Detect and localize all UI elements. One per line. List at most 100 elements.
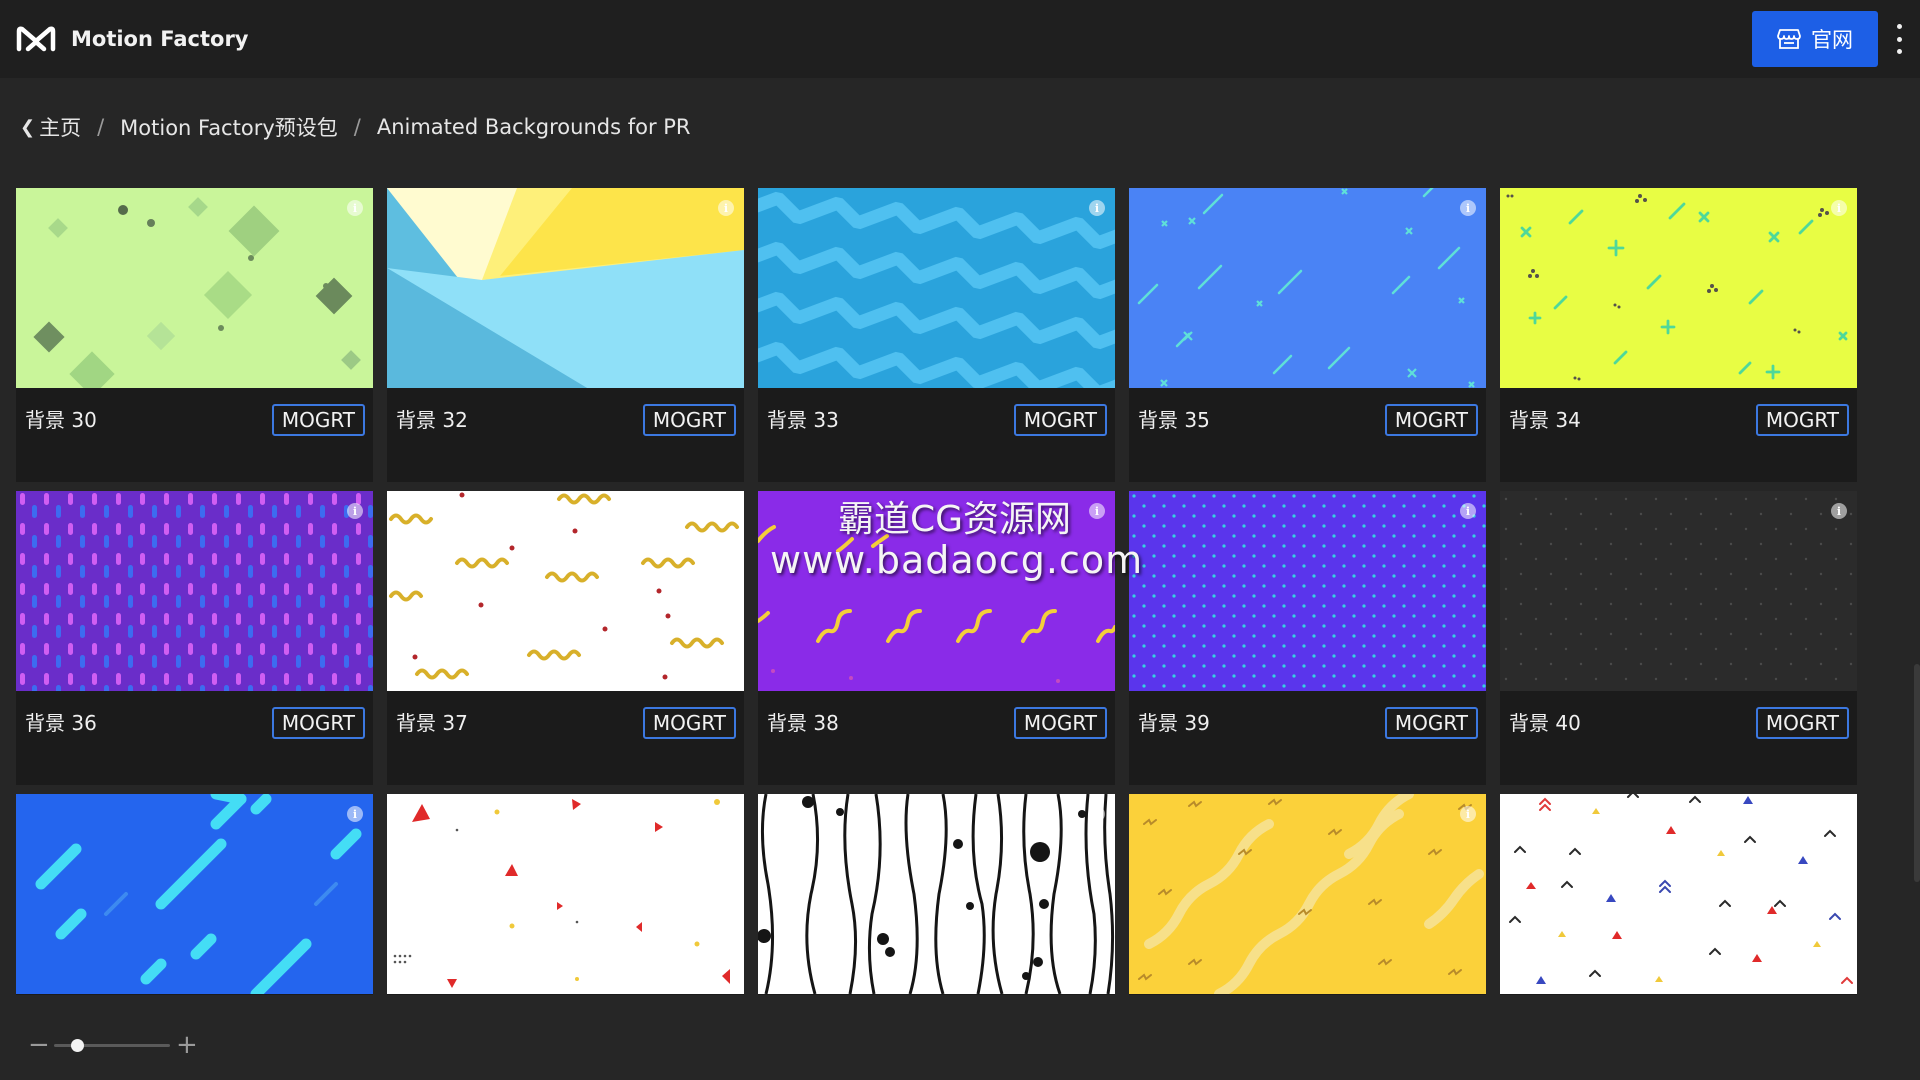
thumbnail-white-yellow-squiggles (387, 491, 744, 691)
preset-thumbnail[interactable]: i (1500, 491, 1857, 691)
zoom-in-button[interactable]: + (176, 1032, 198, 1058)
mogrt-badge: MOGRT (1755, 707, 1849, 739)
preset-thumbnail[interactable]: i (1500, 188, 1857, 388)
preset-card[interactable]: i 背景 30 MOGRT (16, 188, 373, 482)
breadcrumb-separator: / (97, 115, 105, 139)
preset-title: 背景 34 (1509, 408, 1581, 432)
info-icon[interactable]: i (347, 806, 363, 822)
thumbnail-blue-zigzag (758, 188, 1115, 388)
info-icon[interactable]: i (718, 503, 734, 519)
preset-title: 背景 39 (1138, 711, 1210, 735)
thumbnail-white-chevrons (1500, 794, 1857, 994)
info-icon[interactable]: i (347, 503, 363, 519)
preset-thumbnail[interactable]: i (16, 794, 373, 994)
preset-title: 背景 38 (767, 711, 839, 735)
thumbnail-blue-cyan-streaks (16, 794, 373, 994)
breadcrumb-preset-pack[interactable]: Motion Factory预设包 (120, 112, 338, 142)
preset-card[interactable]: i 背景 32 MOGRT (387, 188, 744, 482)
preset-grid: i 背景 30 MOGRT i 背景 32 MOGRT i 背景 33 MOGR… (16, 188, 1858, 995)
thumbnail-black-white-lines (758, 794, 1115, 994)
mogrt-badge: MOGRT (642, 404, 736, 436)
preset-thumbnail[interactable]: i (758, 794, 1115, 994)
preset-thumbnail[interactable]: i (1129, 188, 1486, 388)
preset-card[interactable]: i (1500, 794, 1857, 995)
preset-thumbnail[interactable]: i (387, 491, 744, 691)
preset-thumbnail[interactable]: i (758, 188, 1115, 388)
info-icon[interactable]: i (347, 200, 363, 216)
preset-thumbnail[interactable]: i (1129, 794, 1486, 994)
store-icon (1777, 29, 1801, 49)
vertical-scrollbar[interactable] (1914, 664, 1920, 882)
preset-card[interactable]: i 背景 39 MOGRT (1129, 491, 1486, 785)
watermark-url: www.badaocg.com (770, 538, 1144, 582)
preset-card[interactable]: i (16, 794, 373, 995)
info-icon[interactable]: i (1831, 806, 1847, 822)
thumbnail-lime-crosses (1500, 188, 1857, 388)
preset-card[interactable]: i 背景 37 MOGRT (387, 491, 744, 785)
mogrt-badge: MOGRT (1013, 707, 1107, 739)
thumbnail-blue-lines-crosses (1129, 188, 1486, 388)
zoom-slider-handle[interactable] (70, 1039, 84, 1052)
preset-title: 背景 35 (1138, 408, 1210, 432)
preset-title: 背景 30 (25, 408, 97, 432)
breadcrumb-home[interactable]: 主页 (39, 112, 81, 142)
preset-thumbnail[interactable]: i (1129, 491, 1486, 691)
kebab-menu-icon[interactable] (1893, 24, 1905, 54)
preset-title: 背景 40 (1509, 711, 1581, 735)
preset-thumbnail[interactable]: i (387, 794, 744, 994)
info-icon[interactable]: i (718, 806, 734, 822)
thumbnail-white-red-triangles (387, 794, 744, 994)
thumbnail-dark-dots (1500, 491, 1857, 691)
info-icon[interactable]: i (1460, 200, 1476, 216)
breadcrumb-current: Animated Backgrounds for PR (376, 115, 691, 139)
motion-factory-logo (16, 25, 56, 53)
preset-card[interactable]: i 背景 35 MOGRT (1129, 188, 1486, 482)
thumbnail-indigo-dots (1129, 491, 1486, 691)
thumbnail-purple-dashes (16, 491, 373, 691)
footer-bar (0, 1000, 1920, 1080)
preset-card[interactable]: i 背景 40 MOGRT (1500, 491, 1857, 785)
preset-card[interactable]: i 背景 33 MOGRT (758, 188, 1115, 482)
preset-title: 背景 37 (396, 711, 468, 735)
mogrt-badge: MOGRT (271, 707, 365, 739)
zoom-out-button[interactable]: − (28, 1032, 50, 1058)
preset-card[interactable]: i (758, 794, 1115, 995)
info-icon[interactable]: i (1831, 503, 1847, 519)
official-site-label: 官网 (1811, 28, 1853, 52)
info-icon[interactable]: i (1831, 200, 1847, 216)
mogrt-badge: MOGRT (271, 404, 365, 436)
thumbnail-yellow-waves (1129, 794, 1486, 994)
info-icon[interactable]: i (1460, 806, 1476, 822)
preset-thumbnail[interactable]: i (387, 188, 744, 388)
breadcrumb-separator: / (353, 115, 361, 139)
info-icon[interactable]: i (1089, 200, 1105, 216)
info-icon[interactable]: i (1460, 503, 1476, 519)
app-name: Motion Factory (71, 27, 249, 51)
preset-title: 背景 32 (396, 408, 468, 432)
info-icon[interactable]: i (1089, 503, 1105, 519)
thumbnail-green-diamonds (16, 188, 373, 388)
chevron-left-icon: ❮ (20, 116, 36, 138)
top-bar: Motion Factory 官网 (0, 0, 1920, 78)
mogrt-badge: MOGRT (1384, 404, 1478, 436)
breadcrumb: ❮ 主页 / Motion Factory预设包 / Animated Back… (20, 112, 691, 142)
preset-thumbnail[interactable]: i (1500, 794, 1857, 994)
preset-thumbnail[interactable]: i (16, 188, 373, 388)
info-icon[interactable]: i (718, 200, 734, 216)
info-icon[interactable]: i (1089, 806, 1105, 822)
watermark-title: 霸道CG资源网 (838, 499, 1072, 540)
mogrt-badge: MOGRT (1755, 404, 1849, 436)
preset-card[interactable]: i (387, 794, 744, 995)
mogrt-badge: MOGRT (1384, 707, 1478, 739)
preset-thumbnail[interactable]: i (16, 491, 373, 691)
thumbnail-yellow-blue-triangles (387, 188, 744, 388)
logo-icon (16, 26, 56, 52)
preset-card[interactable]: i 背景 36 MOGRT (16, 491, 373, 785)
mogrt-badge: MOGRT (1013, 404, 1107, 436)
preset-title: 背景 33 (767, 408, 839, 432)
preset-title: 背景 36 (25, 711, 97, 735)
preset-card[interactable]: i (1129, 794, 1486, 995)
official-site-button[interactable]: 官网 (1752, 11, 1878, 67)
mogrt-badge: MOGRT (642, 707, 736, 739)
preset-card[interactable]: i 背景 34 MOGRT (1500, 188, 1857, 482)
